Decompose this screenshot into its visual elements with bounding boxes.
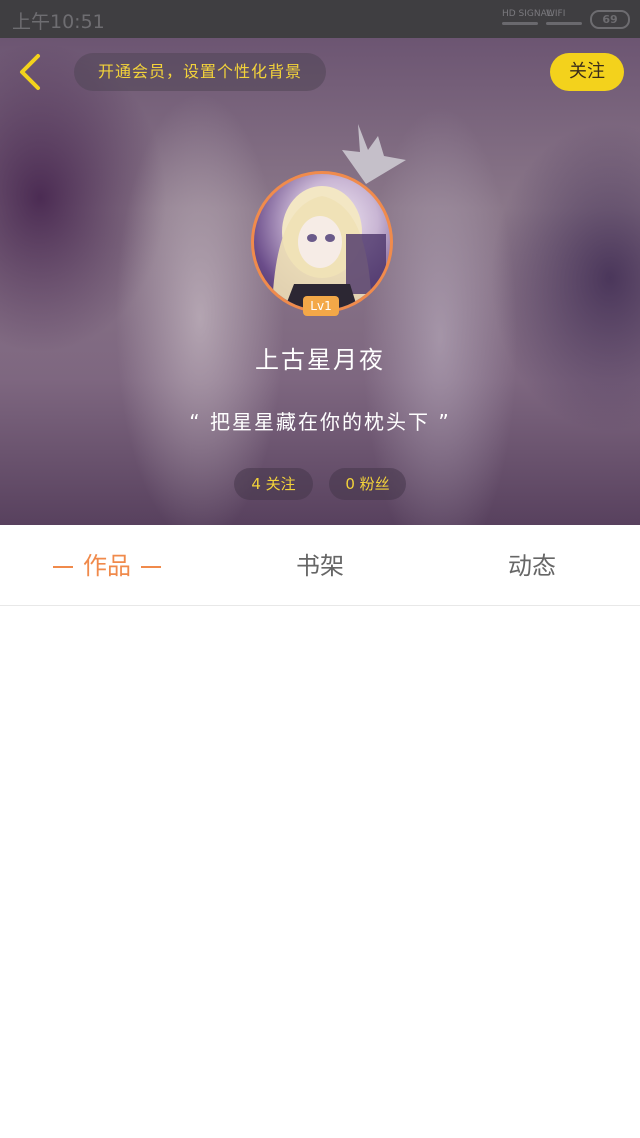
wifi-icon: WIFI [546, 9, 582, 25]
level-badge: Lv1 [303, 296, 339, 316]
status-indicators: HD SIGNAL WIFI 69 [502, 6, 630, 32]
profile-tabs: 作品 书架 动态 [0, 525, 640, 606]
avatar[interactable] [251, 171, 393, 313]
username: 上古星月夜 [255, 346, 385, 374]
follow-button[interactable]: 关注 [550, 53, 624, 91]
back-button[interactable] [14, 52, 50, 92]
active-tab-dash-left [53, 566, 73, 568]
chevron-left-icon [20, 54, 40, 90]
tab-activity[interactable]: 动态 [482, 525, 582, 605]
status-bar: 上午10:51 HD SIGNAL WIFI 69 [0, 0, 640, 38]
battery-icon: 69 [590, 10, 630, 29]
signal-icon: HD SIGNAL [502, 9, 552, 25]
following-count-button[interactable]: 4 关注 [234, 468, 313, 500]
tab-label: 作品 [83, 552, 131, 580]
fans-count-button[interactable]: 0 粉丝 [329, 468, 406, 500]
tab-label: 动态 [508, 552, 556, 580]
vip-background-prompt[interactable]: 开通会员，设置个性化背景 [74, 53, 326, 91]
status-time: 上午10:51 [12, 11, 105, 33]
avatar-image [272, 186, 386, 310]
tab-content-empty [0, 606, 640, 1138]
tab-works[interactable]: 作品 [40, 525, 174, 605]
active-tab-dash-right [141, 566, 161, 568]
tab-bookshelf[interactable]: 书架 [270, 525, 370, 605]
profile-header: 开通会员，设置个性化背景 关注 Lv1 上古星月夜 “ 把星星藏在你的枕头下 ”… [0, 38, 640, 525]
signature: “ 把星星藏在你的枕头下 ” [189, 410, 451, 434]
tab-label: 书架 [296, 552, 344, 580]
